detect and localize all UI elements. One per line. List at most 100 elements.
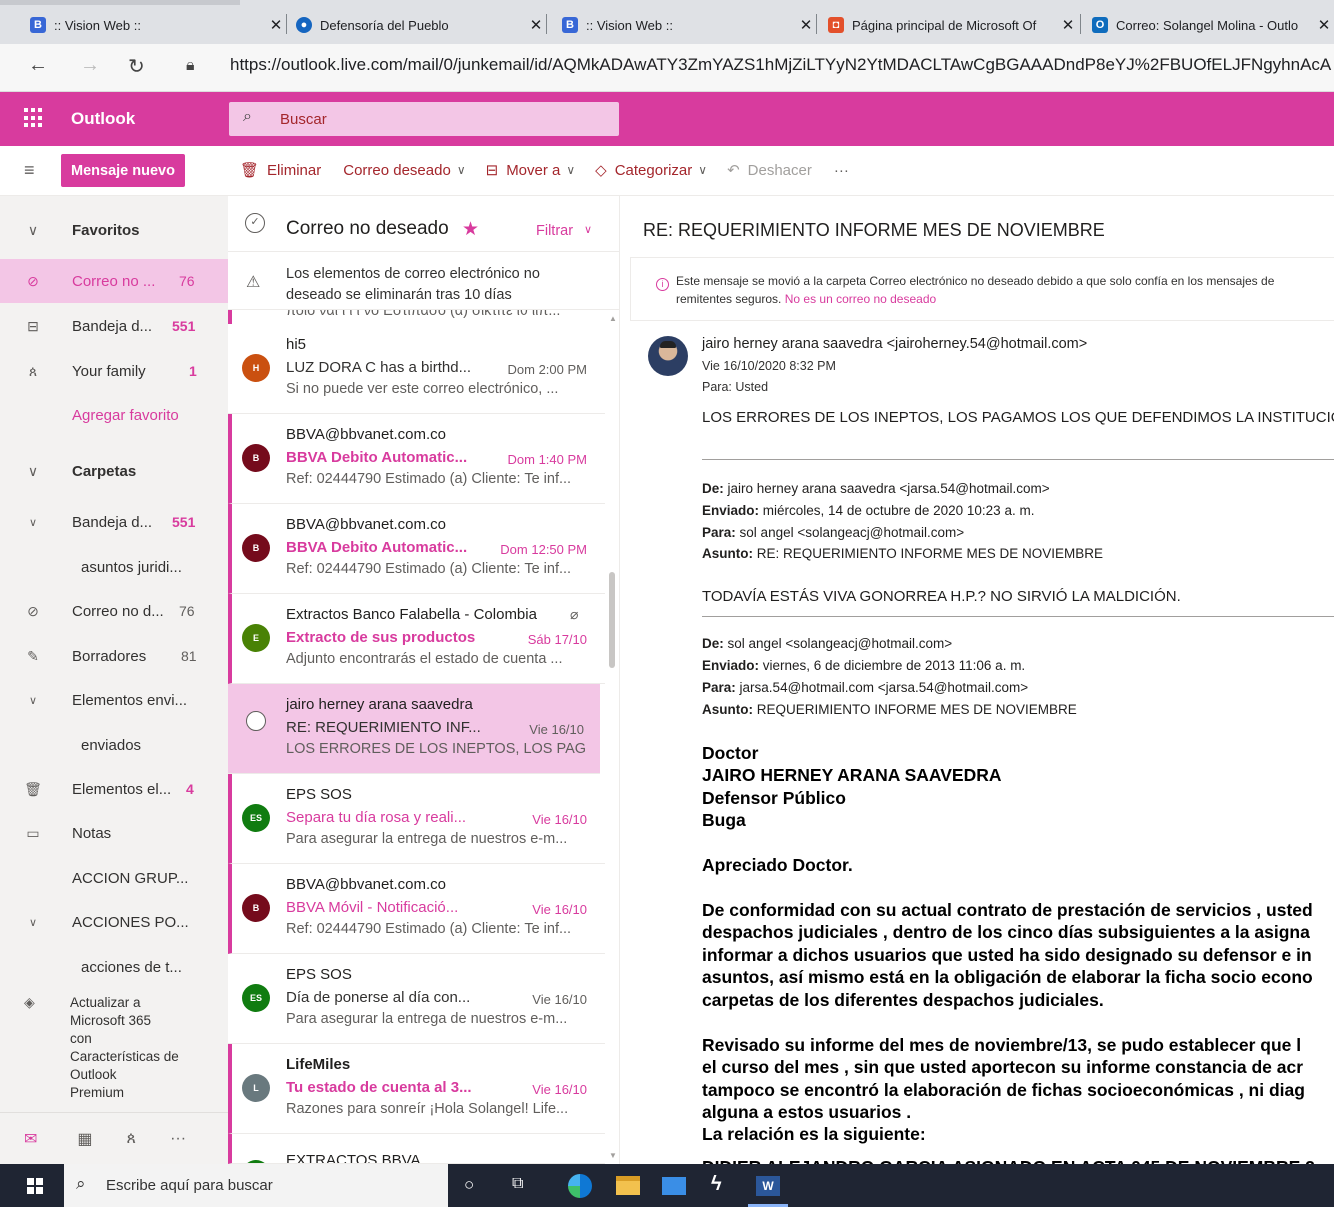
select-all-checkbox[interactable]: ✓ [245,213,265,233]
message-subject: LUZ DORA C has a birthd... [286,359,472,376]
upgrade-text: Premium [70,1085,125,1100]
junk-button[interactable]: Correo deseado [343,162,451,179]
list-item[interactable]: H hi5 LUZ DORA C has a birthd... Dom 2:0… [228,324,605,414]
list-item-selected[interactable]: jairo herney arana saavedra RE: REQUERIM… [228,684,600,774]
folders-header[interactable]: ∨ Carpetas [0,449,228,493]
move-button[interactable]: Mover a [506,162,560,179]
chevron-down-icon[interactable]: ∨ [457,163,466,177]
tab-title: Defensoría del Pueblo [320,17,449,33]
avatar: B [242,534,270,562]
taskbar-search-input[interactable]: Escribe aquí para buscar [106,1177,273,1194]
favorites-header[interactable]: ∨ Favoritos [0,208,228,252]
file-explorer-icon[interactable] [616,1176,640,1195]
list-item[interactable]: B BBVA@bbvanet.com.co BBVA Debito Automa… [228,414,605,504]
word-icon[interactable]: W [756,1176,780,1196]
search-box[interactable]: ⌕ Buscar [229,102,619,136]
not-junk-link[interactable]: No es un correo no deseado [785,292,936,306]
people-icon[interactable]: ጰ [127,1130,137,1148]
folder-inbox[interactable]: ∨ Bandeja d... 551 [0,500,228,544]
folder-junk[interactable]: ⊘ Correo no d... 76 [0,589,228,633]
back-icon[interactable]: ← [28,54,48,77]
scrollbar-thumb[interactable] [609,572,615,668]
outlook-icon: O [1092,17,1108,33]
hamburger-icon[interactable]: ≡ [24,160,35,181]
upgrade-premium-link[interactable]: ◈ Actualizar a Microsoft 365 con Caracte… [0,992,228,1102]
more-options-button[interactable]: ··· [834,162,849,179]
sender-avatar[interactable] [648,336,688,376]
browser-tab-4[interactable]: ◘ Página principal de Microsoft Of ✕ [822,6,1078,44]
add-favorite-link[interactable]: Agregar favorito [0,393,228,437]
folder-drafts[interactable]: ✎ Borradores 81 [0,634,228,678]
folder-accion-grup[interactable]: ACCION GRUP... [0,856,228,900]
list-item[interactable]: B BBVA@bbvanet.com.co BBVA Móvil - Notif… [228,864,605,954]
list-item[interactable]: B BBVA@bbvanet.com.co BBVA Debito Automa… [228,504,605,594]
browser-tab-1[interactable]: B :: Vision Web :: ✕ [24,6,286,44]
tab-strip-accent [0,0,240,5]
close-icon[interactable]: ✕ [1314,16,1334,34]
reload-icon[interactable]: ↻ [128,54,145,79]
chevron-down-icon[interactable]: ∨ [698,163,707,177]
nav-item-family[interactable]: ጰ Your family 1 [0,349,228,393]
mail-app-icon[interactable] [662,1177,686,1195]
app-launcher-icon[interactable] [24,108,44,128]
folder-acciones-de[interactable]: acciones de t... [0,945,228,989]
list-item[interactable]: EXTRACTOS BBVA [228,1134,605,1164]
list-item[interactable]: ES EPS SOS Separa tu día rosa y reali...… [228,774,605,864]
search-input[interactable]: Buscar [280,111,327,128]
undo-button[interactable]: Deshacer [748,162,812,179]
app-name[interactable]: Outlook [71,109,135,129]
list-scrollbar[interactable]: ▲ ▼ [606,310,619,1164]
nav-label: Bandeja d... [72,317,153,335]
avatar: ES [242,804,270,832]
trash-icon: 🗑︎ [240,162,260,179]
folders-label: Carpetas [72,462,137,480]
forward-icon[interactable]: → [80,54,100,77]
browser-tab-3[interactable]: B :: Vision Web :: ✕ [556,6,816,44]
scroll-up-icon[interactable]: ▲ [609,314,617,323]
mail-icon[interactable]: ✉ [24,1129,37,1149]
new-message-button[interactable]: Mensaje nuevo [61,154,185,187]
select-checkbox[interactable] [246,711,266,731]
quote-subject: REQUERIMIENTO INFORME MES DE NOVIEMBRE [756,702,1077,717]
taskbar-search-box[interactable]: ⌕ Escribe aquí para buscar [64,1164,448,1207]
star-icon[interactable]: ★ [462,218,479,241]
nav-item-junk[interactable]: ⊘ Correo no ... 76 [0,259,228,303]
filter-button[interactable]: Filtrar [536,223,573,239]
chevron-down-icon[interactable]: ∨ [566,163,575,177]
delete-button[interactable]: Eliminar [267,162,321,179]
folder-asuntos[interactable]: asuntos juridi... [0,545,228,589]
undo-icon: ↶ [727,162,740,179]
nav-item-inbox[interactable]: ⊟ Bandeja d... 551 [0,304,228,348]
url-field[interactable]: https://outlook.live.com/mail/0/junkemai… [230,55,1331,75]
browser-tab-2[interactable]: ● Defensoría del Pueblo ✕ [290,6,546,44]
close-icon[interactable]: ✕ [266,16,286,34]
folder-sent[interactable]: ∨ Elementos envi... [0,678,228,722]
close-icon[interactable]: ✕ [1058,16,1078,34]
browser-tab-5[interactable]: O Correo: Solangel Molina - Outlo ✕ [1086,6,1334,44]
folder-enviados[interactable]: enviados [0,723,228,767]
close-icon[interactable]: ✕ [526,16,546,34]
folder-deleted[interactable]: 🗑︎ Elementos el... 4 [0,767,228,811]
list-item[interactable]: E Extractos Banco Falabella - Colombia ⌀… [228,594,605,684]
upgrade-text: Actualizar a [70,995,141,1010]
list-item[interactable]: ποιο ναι ι ι ι νο Εστιπασο (α) σικτίτε ι… [228,310,605,324]
task-view-icon[interactable]: ⧉ [512,1175,523,1193]
cortana-icon[interactable]: ○ [464,1175,474,1195]
app-icon[interactable]: ϟ [711,1173,722,1196]
more-apps-icon[interactable]: ··· [170,1130,186,1148]
list-item[interactable]: L LifeMiles Tu estado de cuenta al 3... … [228,1044,605,1134]
categorize-button[interactable]: Categorizar [615,162,693,179]
windows-start-icon[interactable] [27,1178,43,1194]
calendar-icon[interactable]: ▦ [77,1129,92,1149]
edge-icon[interactable] [568,1174,592,1198]
list-item[interactable]: ES EPS SOS Día de ponerse al día con... … [228,954,605,1044]
scroll-down-icon[interactable]: ▼ [609,1151,617,1160]
message-date: Vie 16/10 [532,902,587,917]
close-icon[interactable]: ✕ [796,16,816,34]
email-subject: RE: REQUERIMIENTO INFORME MES DE NOVIEMB… [643,220,1105,240]
sender-name[interactable]: jairo herney arana saavedra <jairoherney… [702,336,1087,352]
folder-notes[interactable]: ▭ Notas [0,811,228,855]
nav-label: ACCION GRUP... [72,869,189,887]
search-icon: ⌕ [243,108,252,125]
folder-acciones-po[interactable]: ∨ ACCIONES PO... [0,900,228,944]
